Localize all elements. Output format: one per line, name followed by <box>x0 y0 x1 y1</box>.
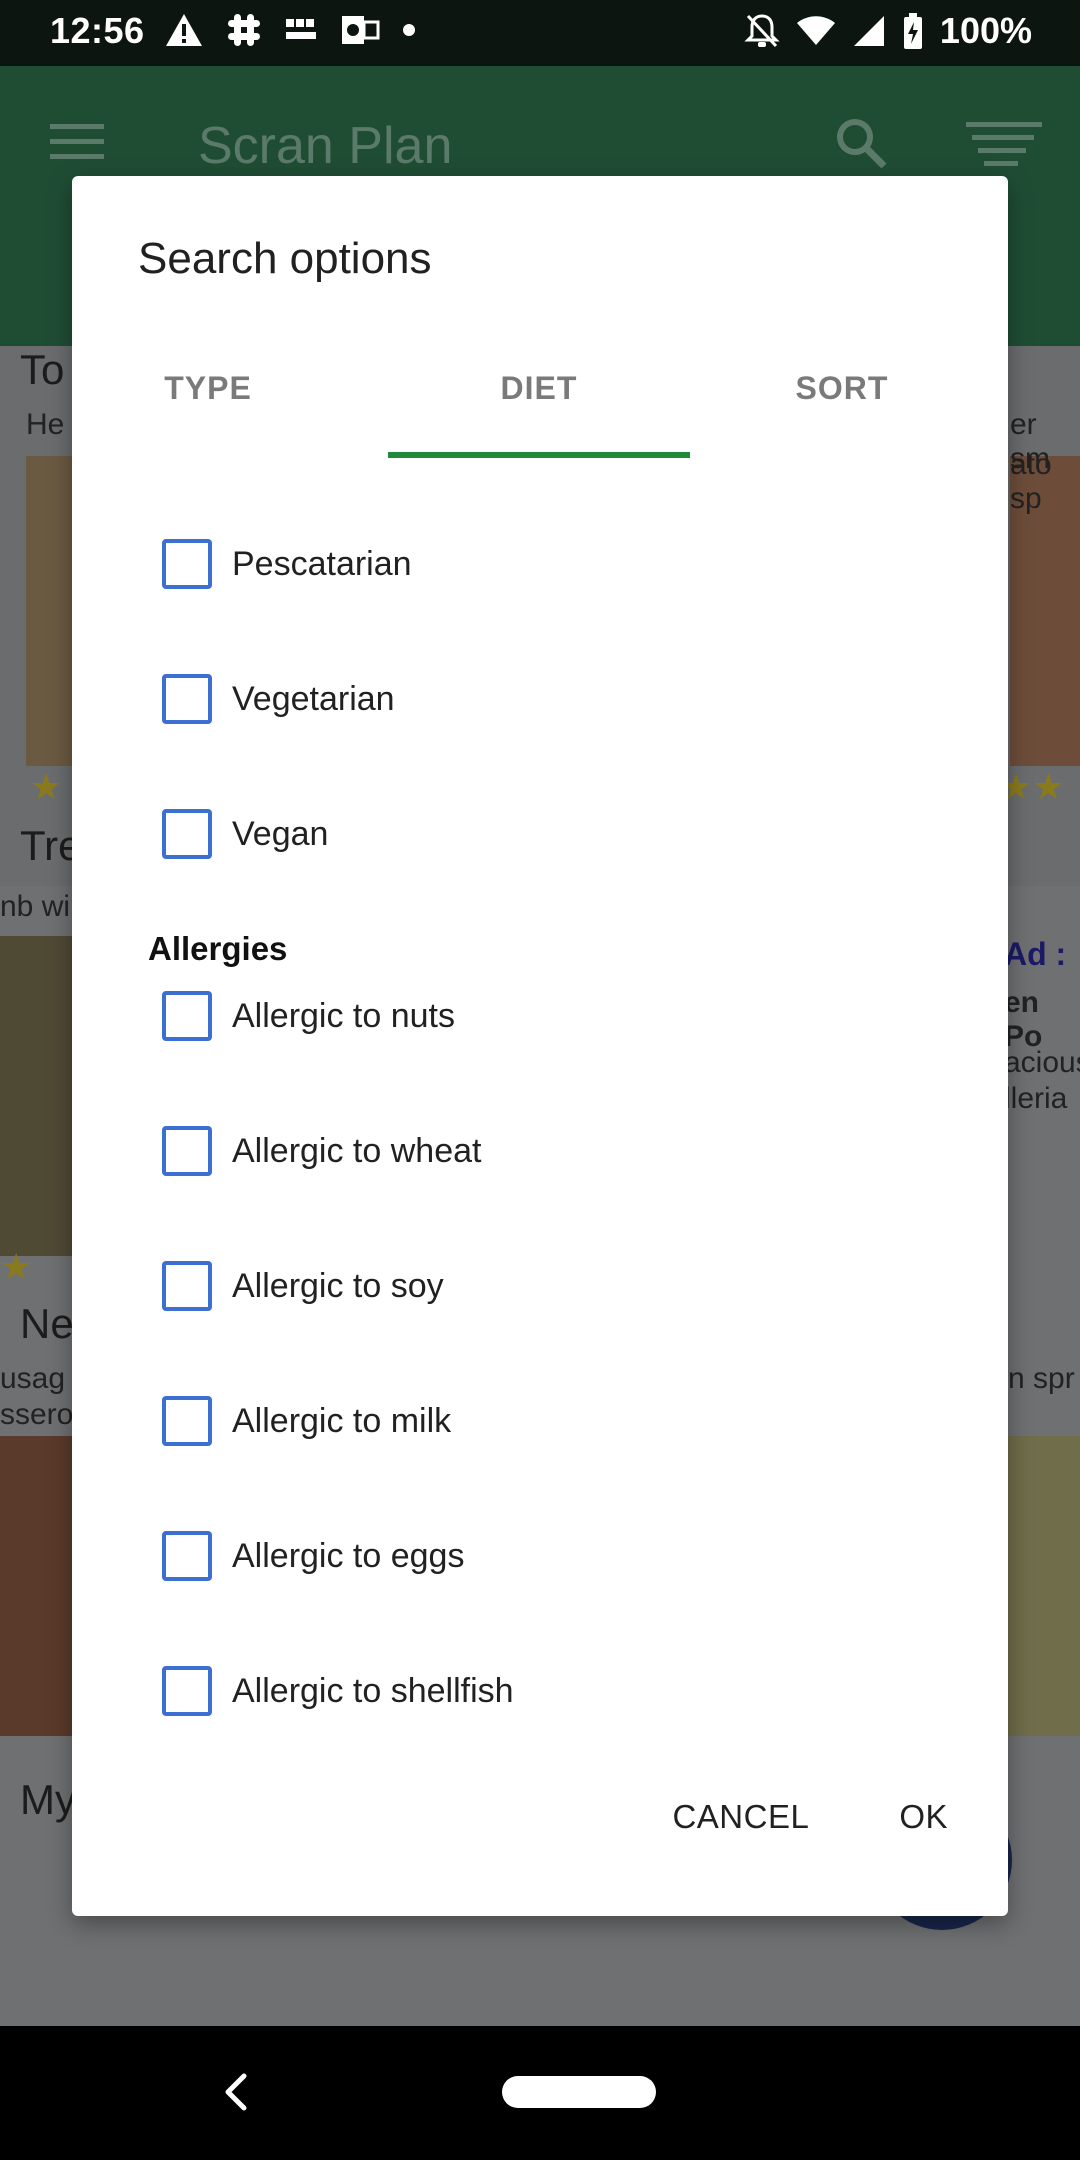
recipe-photo <box>0 1436 72 1736</box>
option-label: Vegan <box>232 814 329 853</box>
back-icon[interactable] <box>222 2072 250 2117</box>
navigation-bar <box>0 2026 1080 2160</box>
checkbox[interactable] <box>162 991 212 1041</box>
option-label: Allergic to wheat <box>232 1131 482 1170</box>
recipe-title: My <box>20 1776 76 1823</box>
option-label: Allergic to nuts <box>232 996 455 1035</box>
battery-percentage: 100% <box>939 10 1032 51</box>
star-icon: ★★ <box>1000 766 1065 807</box>
checkbox[interactable] <box>162 1396 212 1446</box>
dot-icon <box>402 23 416 37</box>
app-title: Scran Plan <box>198 117 453 175</box>
recipe-title: Ne <box>20 1300 74 1347</box>
option-label: Pescatarian <box>232 544 412 583</box>
option-label: Allergic to milk <box>232 1401 452 1440</box>
option-label: Vegetarian <box>232 679 395 718</box>
option-allergic-soy[interactable]: Allergic to soy <box>162 1246 444 1326</box>
tab-type[interactable]: TYPE <box>90 346 326 456</box>
checkbox[interactable] <box>162 1126 212 1176</box>
recipe-subtitle: usag <box>0 1362 66 1395</box>
slack-icon <box>226 12 262 48</box>
checkbox[interactable] <box>162 1666 212 1716</box>
checkbox[interactable] <box>162 809 212 859</box>
battery-charging-icon <box>902 12 924 50</box>
dialog-actions: CANCEL OK <box>672 1798 948 1836</box>
filter-icon[interactable] <box>966 120 1042 175</box>
option-allergic-shellfish[interactable]: Allergic to shellfish <box>162 1651 514 1731</box>
ad-text: acious <box>1004 1046 1080 1079</box>
ok-button[interactable]: OK <box>899 1798 948 1836</box>
checkbox[interactable] <box>162 1261 212 1311</box>
option-allergic-wheat[interactable]: Allergic to wheat <box>162 1111 481 1191</box>
outlook-icon <box>340 12 380 48</box>
notification-icons <box>164 12 416 48</box>
recipe-title: To <box>20 346 65 393</box>
tab-sort[interactable]: SORT <box>692 346 992 456</box>
recipe-subtitle: nb wi <box>0 890 71 923</box>
wifi-icon <box>796 15 836 47</box>
option-pescatarian[interactable]: Pescatarian <box>162 524 412 604</box>
option-vegan[interactable]: Vegan <box>162 794 328 874</box>
ad-text: lleria <box>1004 1082 1068 1115</box>
option-allergic-nuts[interactable]: Allergic to nuts <box>162 976 455 1056</box>
star-icon: ★ <box>30 766 63 807</box>
home-pill[interactable] <box>502 2076 656 2108</box>
recipe-subtitle: ato sp <box>1010 448 1052 515</box>
dialog-title: Search options <box>138 234 432 283</box>
bbc-news-icon <box>284 15 318 45</box>
recipe-subtitle: n spr <box>1008 1362 1075 1395</box>
recipe-photo <box>1008 1436 1080 1736</box>
option-label: Allergic to eggs <box>232 1536 465 1575</box>
checkbox[interactable] <box>162 1531 212 1581</box>
warning-icon <box>164 12 204 48</box>
recipe-photo <box>0 936 72 1256</box>
checkbox[interactable] <box>162 674 212 724</box>
cancel-button[interactable]: CANCEL <box>672 1798 809 1836</box>
status-bar: 12:56 100% <box>0 0 1080 66</box>
ad-label: Ad : <box>1004 936 1067 972</box>
tab-diet[interactable]: DIET <box>388 346 690 456</box>
search-options-dialog: Search options TYPE DIET SORT Pescataria… <box>72 176 1008 1916</box>
star-icon: ★ <box>0 1246 33 1287</box>
option-label: Allergic to soy <box>232 1266 444 1305</box>
option-vegetarian[interactable]: Vegetarian <box>162 659 395 739</box>
tab-bar: TYPE DIET SORT <box>72 346 1008 456</box>
search-icon[interactable] <box>834 116 888 175</box>
recipe-photo <box>26 456 74 766</box>
notifications-off-icon <box>744 12 780 50</box>
system-icons: 100% <box>744 10 1032 52</box>
recipe-subtitle: ssero <box>0 1398 74 1431</box>
option-allergic-eggs[interactable]: Allergic to eggs <box>162 1516 464 1596</box>
tab-indicator <box>388 452 690 458</box>
ad-title: en Po <box>1004 986 1043 1053</box>
recipe-subtitle: He <box>26 408 65 441</box>
signal-icon <box>852 14 886 48</box>
allergies-heading: Allergies <box>148 930 288 967</box>
option-label: Allergic to shellfish <box>232 1671 514 1710</box>
option-allergic-milk[interactable]: Allergic to milk <box>162 1381 451 1461</box>
menu-icon[interactable] <box>50 122 104 167</box>
status-time: 12:56 <box>50 10 145 51</box>
checkbox[interactable] <box>162 539 212 589</box>
